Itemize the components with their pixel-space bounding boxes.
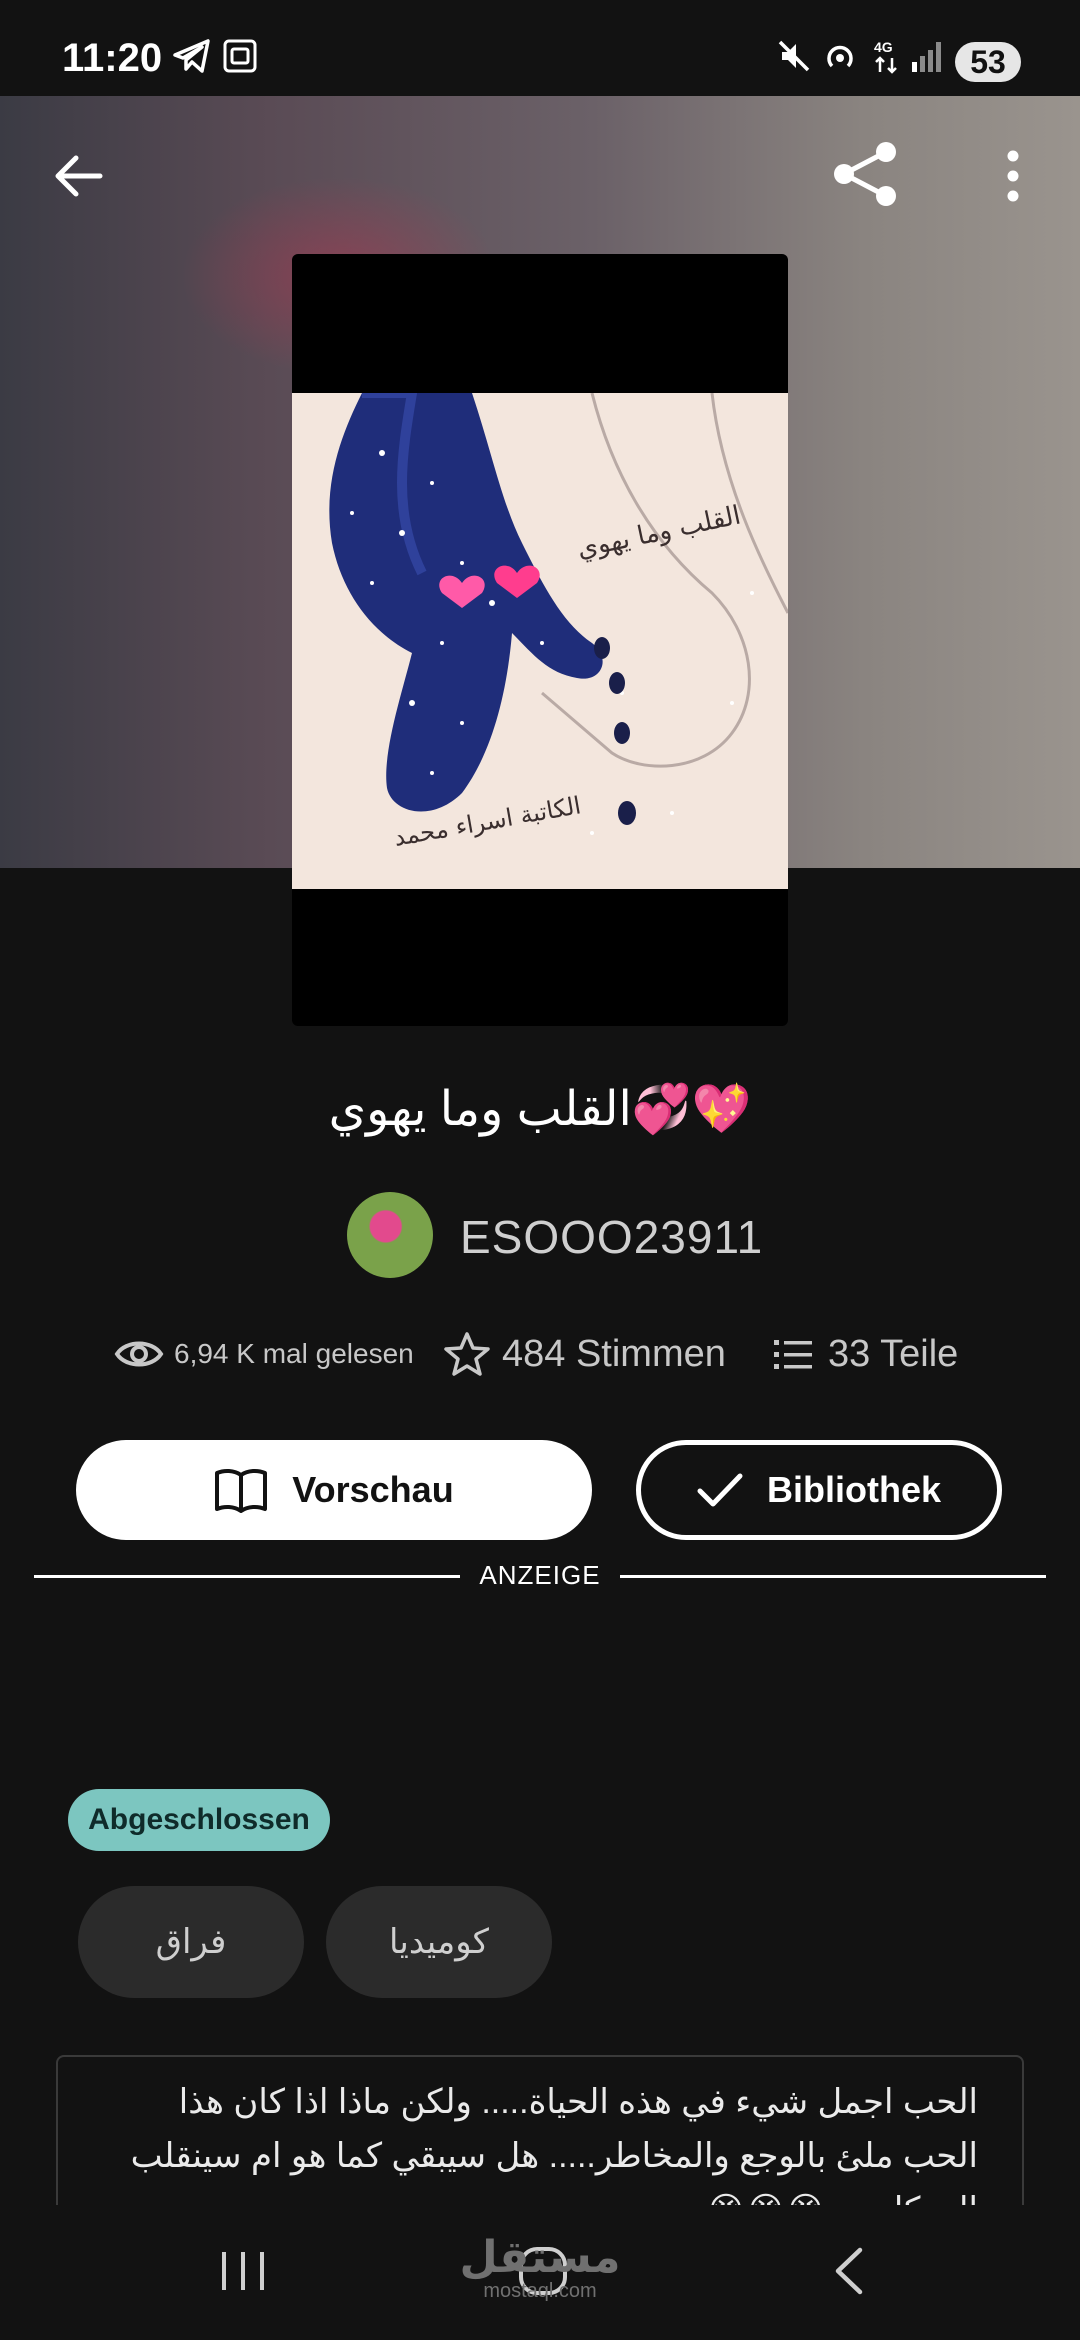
parts-stat: 33 Teile: [772, 1330, 958, 1378]
library-label: Bibliothek: [766, 1469, 941, 1510]
story-cover: القلب وما يهوي الكاتبة اسراء محمد: [292, 254, 788, 1026]
preview-label: Vorschau: [292, 1469, 454, 1510]
book-icon: [215, 1468, 268, 1513]
reads-stat: 6,94 K mal gelesen: [114, 1330, 414, 1378]
author-name[interactable]: ESOOO23911: [460, 1210, 763, 1264]
status-time: 11:20: [62, 36, 163, 80]
ad-label: ANZEIGE: [479, 1560, 601, 1590]
share-icon[interactable]: [830, 138, 902, 210]
ad-divider-left: [34, 1575, 460, 1578]
parts-count: 33 Teile: [828, 1332, 959, 1375]
recent-apps-icon[interactable]: [218, 2248, 268, 2294]
svg-text:4G: 4G: [874, 39, 893, 55]
tag-chip[interactable]: كوميديا: [326, 1886, 552, 1998]
eye-icon: [114, 1341, 164, 1367]
list-icon: [774, 1340, 812, 1369]
signal-icon: [912, 42, 941, 72]
votes-stat: 484 Stimmen: [442, 1330, 726, 1378]
completed-badge: Abgeschlossen: [68, 1789, 330, 1851]
author-avatar[interactable]: [347, 1192, 433, 1278]
screenshot-icon: [223, 39, 257, 73]
preview-button[interactable]: Vorschau: [76, 1440, 592, 1540]
network-4g-icon: 4G: [874, 39, 897, 74]
back-nav-icon[interactable]: [828, 2244, 868, 2298]
cover-illustration: القلب وما يهوي الكاتبة اسراء محمد: [292, 388, 788, 889]
watermark-domain: mostaql.com: [483, 2280, 597, 2302]
star-icon: [444, 1332, 490, 1376]
description-text: الحب اجمل شيء في هذه الحياة..... ولكن ما…: [130, 2083, 978, 2205]
story-description: الحب اجمل شيء في هذه الحياة..... ولكن ما…: [56, 2055, 1024, 2205]
library-button[interactable]: Bibliothek: [636, 1440, 1002, 1540]
votes-count: 484 Stimmen: [502, 1332, 726, 1375]
hotspot-icon: [827, 45, 853, 68]
mute-icon: [778, 40, 810, 72]
reads-count: 6,94 K mal gelesen: [174, 1338, 414, 1369]
more-vert-icon[interactable]: [998, 148, 1028, 204]
watermark-logo: مستقل: [459, 2233, 621, 2282]
battery-indicator: 53: [955, 42, 1021, 82]
cover-artwork: القلب وما يهوي الكاتبة اسراء محمد: [292, 388, 788, 889]
tag-chip[interactable]: فراق: [78, 1886, 304, 1998]
story-title: القلب وما يهوي💞💖: [328, 1083, 752, 1136]
back-arrow-icon[interactable]: [50, 148, 106, 204]
telegram-icon: [173, 39, 210, 73]
check-icon: [697, 1473, 743, 1507]
ad-divider-right: [620, 1575, 1046, 1578]
